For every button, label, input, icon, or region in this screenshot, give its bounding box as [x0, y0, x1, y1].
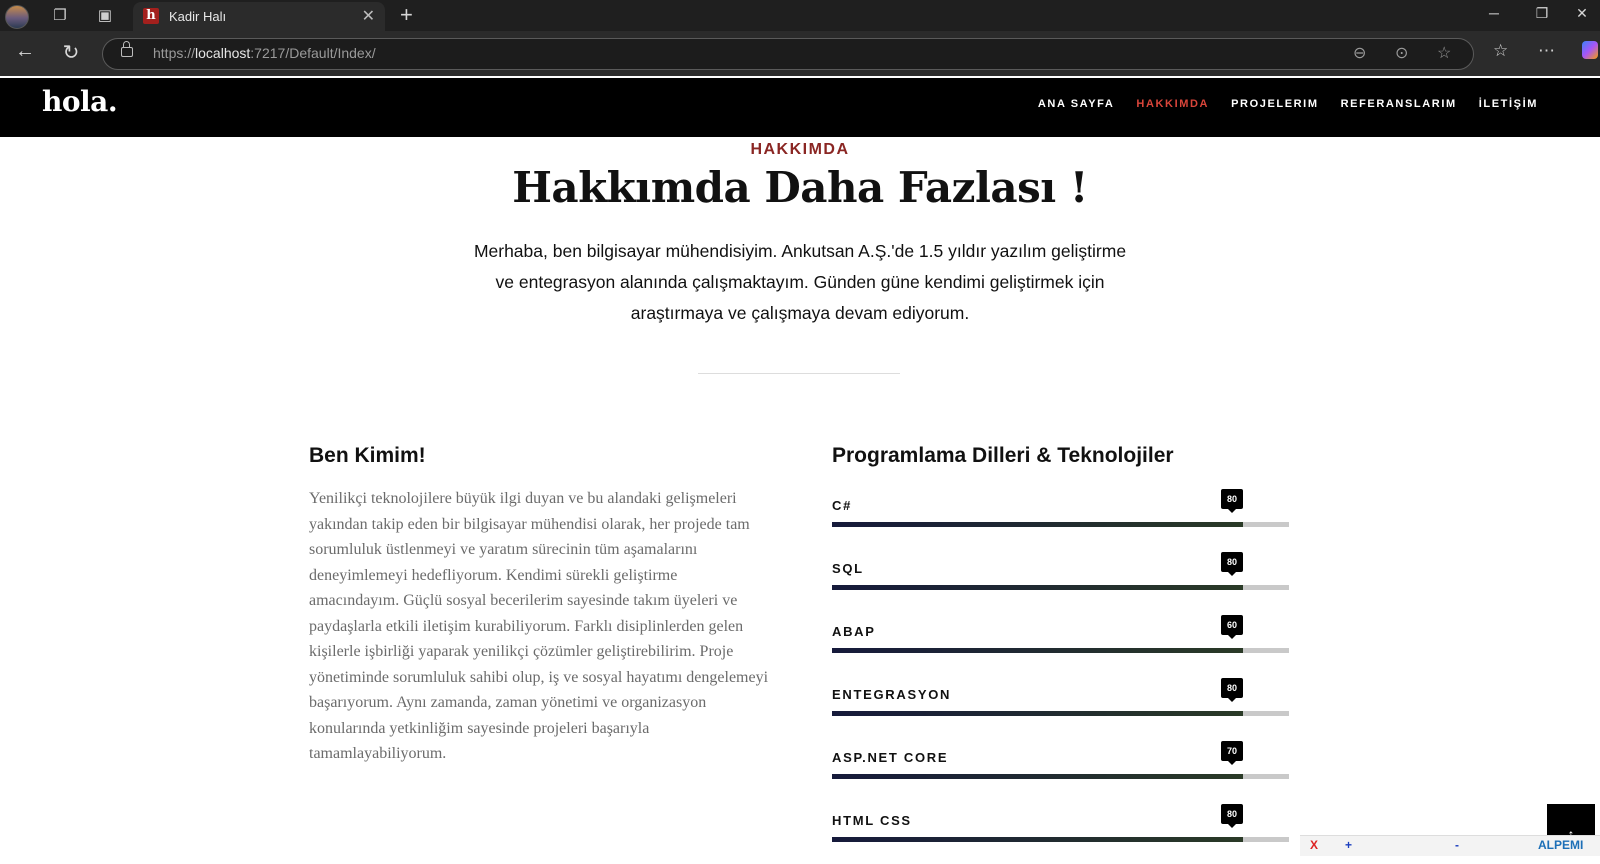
skill-progress-track	[832, 711, 1289, 716]
tab-actions-icon[interactable]: ▣	[91, 4, 119, 28]
skill-value-badge: 60	[1221, 615, 1243, 639]
skill-name: SQL	[832, 561, 864, 576]
site-navbar: hola. ANA SAYFA HAKKIMDA PROJELERIM REFE…	[0, 78, 1600, 137]
skill-value-badge: 80	[1221, 552, 1243, 576]
ad-brand: ALPEMI	[1538, 838, 1584, 852]
nav-item-projelerim[interactable]: PROJELERIM	[1231, 98, 1319, 110]
section-title: Hakkımda Daha Fazlası !	[512, 163, 1088, 212]
address-bar[interactable]: https://localhost:7217/Default/Index/ ⊖ …	[102, 38, 1474, 70]
skill-row: ENTEGRASYON 80	[832, 678, 1289, 727]
skill-value-badge: 70	[1221, 741, 1243, 765]
skill-progress-fill	[832, 837, 1243, 842]
zoom-icon[interactable]: ⊖	[1353, 43, 1366, 63]
skill-progress-track	[832, 585, 1289, 590]
profile-avatar[interactable]	[5, 5, 29, 29]
skill-progress-fill	[832, 648, 1243, 653]
divider	[698, 373, 900, 374]
browser-tab-bar: ❐ ▣ h Kadir Halı ✕ + ─ ❐ ✕	[0, 0, 1600, 31]
skill-progress-fill	[832, 522, 1243, 527]
skill-name: ABAP	[832, 624, 876, 639]
section-lead: Merhaba, ben bilgisayar mühendisiyim. An…	[473, 241, 1127, 323]
skill-name: ENTEGRASYON	[832, 687, 952, 702]
skill-value-badge: 80	[1221, 489, 1243, 513]
nav-item-iletisim[interactable]: İLETİŞİM	[1479, 98, 1538, 110]
site-logo[interactable]: hola.	[42, 85, 118, 118]
skill-row: SQL 80	[832, 552, 1289, 601]
skill-progress-track	[832, 648, 1289, 653]
lock-icon	[121, 41, 133, 57]
skill-name: ASP.NET CORE	[832, 750, 949, 765]
main-menu: ANA SAYFA HAKKIMDA PROJELERIM REFERANSLA…	[1038, 98, 1538, 110]
minimize-icon[interactable]: ─	[1474, 5, 1514, 21]
ad-close-button[interactable]: X	[1310, 838, 1318, 852]
browser-tab[interactable]: h Kadir Halı ✕	[133, 2, 385, 31]
ad-minus-button[interactable]: -	[1455, 838, 1459, 852]
back-icon[interactable]: ←	[10, 40, 40, 63]
nav-item-ana-sayfa[interactable]: ANA SAYFA	[1038, 98, 1115, 110]
new-tab-icon[interactable]: +	[400, 2, 413, 28]
skill-progress-track	[832, 522, 1289, 527]
skill-row: ASP.NET CORE 70	[832, 741, 1289, 790]
skill-progress-fill	[832, 585, 1243, 590]
skill-progress-track	[832, 774, 1289, 779]
tab-title: Kadir Halı	[169, 9, 227, 24]
section-eyebrow: HAKKIMDA	[750, 141, 850, 158]
favorite-star-icon[interactable]: ☆	[1437, 43, 1451, 63]
url-text[interactable]: https://localhost:7217/Default/Index/	[153, 45, 376, 61]
more-icon[interactable]: ⋯	[1538, 41, 1555, 61]
favorites-icon[interactable]: ☆	[1493, 41, 1508, 61]
skill-value-badge: 80	[1221, 804, 1243, 828]
favicon-icon: h	[143, 8, 159, 24]
skill-progress-fill	[832, 711, 1243, 716]
nav-item-referanslarim[interactable]: REFERANSLARIM	[1341, 98, 1457, 110]
restore-icon[interactable]: ❐	[1522, 5, 1562, 22]
copilot-icon[interactable]	[1582, 41, 1598, 59]
reload-icon[interactable]: ↻	[56, 40, 86, 65]
skill-row: C# 80	[832, 489, 1289, 538]
who-title: Ben Kimim!	[309, 444, 426, 467]
skill-row: HTML CSS 80	[832, 804, 1289, 853]
skill-name: C#	[832, 498, 853, 513]
ad-strip: X + - ALPEMI	[1300, 835, 1600, 856]
skill-row: ABAP 60	[832, 615, 1289, 664]
close-window-icon[interactable]: ✕	[1562, 5, 1600, 22]
browser-toolbar: ← ↻ https://localhost:7217/Default/Index…	[0, 31, 1600, 76]
ad-plus-button[interactable]: +	[1345, 838, 1352, 852]
bio-text: Yenilikçi teknolojilere büyük ilgi duyan…	[309, 490, 769, 762]
skill-name: HTML CSS	[832, 813, 912, 828]
skill-progress-fill	[832, 774, 1243, 779]
nav-item-hakkimda[interactable]: HAKKIMDA	[1136, 98, 1209, 110]
workspaces-icon[interactable]: ❐	[46, 4, 74, 28]
skill-value-badge: 80	[1221, 678, 1243, 702]
reading-icon[interactable]: ⊙	[1395, 43, 1408, 63]
close-tab-icon[interactable]: ✕	[362, 6, 375, 26]
skill-progress-track	[832, 837, 1289, 842]
skills-title: Programlama Dilleri & Teknolojiler	[832, 444, 1174, 467]
